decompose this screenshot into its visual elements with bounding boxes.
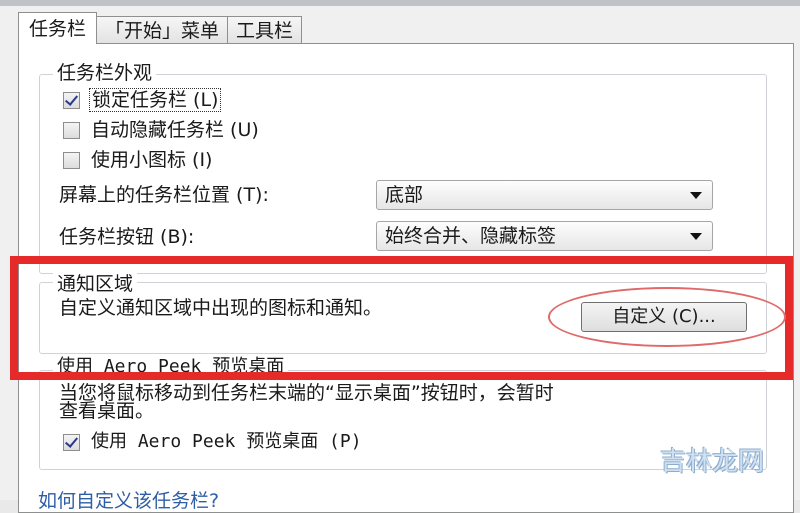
small-icons-label[interactable]: 使用小图标 (I) [91,148,212,172]
position-label: 屏幕上的任务栏位置 (T): [59,184,269,206]
position-select[interactable]: 底部 [376,180,713,210]
watermark-logo: 吉林龙网 [659,447,764,477]
aero-peek-description-line2: 查看桌面。 [59,400,155,422]
autohide-label[interactable]: 自动隐藏任务栏 (U) [91,118,259,142]
notification-group-title: 通知区域 [53,273,138,295]
buttons-select[interactable]: 始终合并、隐藏标签 [376,221,713,251]
autohide-checkbox[interactable] [63,122,80,139]
buttons-select-value: 始终合并、隐藏标签 [385,225,557,247]
notification-description: 自定义通知区域中出现的图标和通知。 [59,297,383,319]
small-icons-checkbox[interactable] [63,152,80,169]
tab-bar: 任务栏 「开始」菜单 工具栏 [18,12,303,44]
lock-taskbar-checkbox[interactable] [63,92,80,109]
position-select-value: 底部 [385,184,424,206]
buttons-label: 任务栏按钮 (B): [59,226,195,248]
tab-start-menu[interactable]: 「开始」菜单 [96,16,229,44]
tab-toolbars[interactable]: 工具栏 [227,16,303,44]
chevron-down-icon [690,192,702,199]
aero-peek-checkbox-label[interactable]: 使用 Aero Peek 预览桌面 (P) [91,430,362,454]
aero-peek-group-title: 使用 Aero Peek 预览桌面 [53,356,289,378]
aero-peek-checkbox[interactable] [63,434,80,451]
customize-button[interactable]: 自定义 (C)... [581,302,747,332]
chevron-down-icon [690,233,702,240]
tab-taskbar[interactable]: 任务栏 [18,12,98,44]
lock-taskbar-label[interactable]: 锁定任务栏 (L) [89,88,222,112]
taskbar-properties-dialog: 任务栏 「开始」菜单 工具栏 任务栏外观 锁定任务栏 (L) 自动隐藏任务栏 (… [0,0,800,513]
appearance-group-title: 任务栏外观 [53,62,157,84]
window-top-border [0,0,800,6]
